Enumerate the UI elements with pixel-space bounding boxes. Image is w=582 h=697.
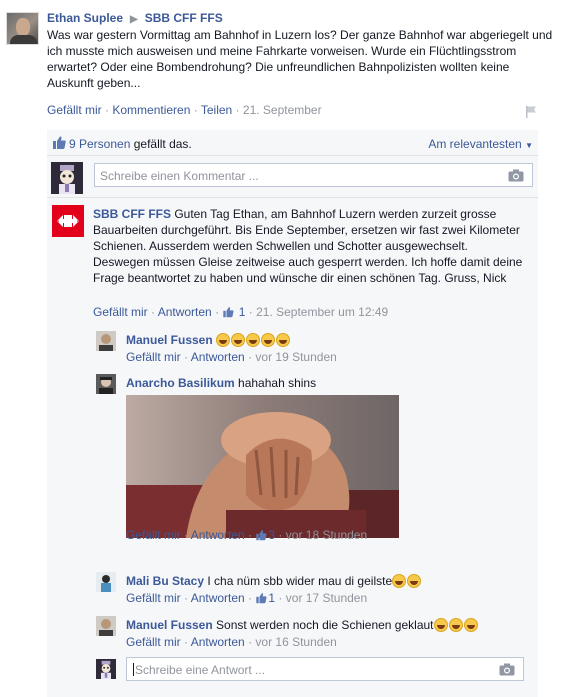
reply-reply-link[interactable]: Antworten: [191, 350, 245, 364]
laughing-emoji-icon: [231, 333, 246, 347]
reply-meta: Gefällt mir · Antworten · vor 19 Stunden: [126, 350, 337, 364]
sort-dropdown[interactable]: Am relevantesten ▼: [428, 137, 533, 151]
laughing-emoji-icon: [433, 618, 448, 632]
thumbs-up-icon: [256, 593, 267, 604]
laughing-emoji-icon: [407, 574, 422, 588]
laughing-emoji-icon: [448, 618, 463, 632]
laughing-emoji-icon: [216, 333, 231, 347]
post-share-link[interactable]: Teilen: [201, 103, 232, 117]
main-comment-text: SBB CFF FFS Guten Tag Ethan, am Bahnhof …: [93, 207, 523, 285]
likes-count-text: 9 Personen gefällt das.: [69, 137, 192, 151]
reply-text: Anarcho Basilikum hahahah shins: [126, 376, 317, 390]
reply-time[interactable]: vor 18 Stunden: [286, 528, 367, 542]
reply-input[interactable]: Schreibe eine Antwort ...: [126, 657, 524, 681]
camera-icon[interactable]: [508, 169, 524, 182]
reply-time[interactable]: vor 17 Stunden: [286, 591, 367, 605]
reply-meta: Gefällt mir · Antworten · 3 · vor 18 Stu…: [126, 528, 368, 542]
laughing-emoji-icon: [392, 574, 407, 588]
post-text: Was war gestern Vormittag am Bahnhof in …: [47, 28, 553, 90]
reply-author[interactable]: Anarcho Basilikum: [126, 376, 235, 390]
main-comment-like-count[interactable]: 1: [239, 305, 246, 319]
thumbs-up-icon: [53, 136, 66, 149]
comment-input-placeholder: Schreibe einen Kommentar ...: [100, 169, 259, 183]
likes-people-link[interactable]: 9 Personen: [69, 137, 130, 151]
current-user-avatar: [51, 162, 83, 194]
reply-text: Manuel Fussen Sonst werden noch die Schi…: [126, 617, 479, 633]
laughing-emoji-icon: [261, 333, 276, 347]
reply-author-avatar[interactable]: [96, 572, 116, 592]
reply-time[interactable]: vor 19 Stunden: [255, 350, 336, 364]
post-like-link[interactable]: Gefällt mir: [47, 103, 102, 117]
laughing-emoji-icon: [276, 333, 291, 347]
arrow-right-icon: ▶: [130, 14, 138, 25]
reply-like-count[interactable]: 1: [268, 591, 275, 605]
thumbs-up-icon: [256, 530, 267, 541]
reply-author[interactable]: Mali Bu Stacy: [126, 574, 204, 588]
main-comment-author[interactable]: SBB CFF FFS: [93, 207, 171, 221]
reply-author[interactable]: Manuel Fussen: [126, 618, 213, 632]
reply-meta: Gefällt mir · Antworten · vor 16 Stunden: [126, 635, 337, 649]
reply-like-link[interactable]: Gefällt mir: [126, 591, 181, 605]
likes-summary: 9 Personen gefällt das. Am relevantesten…: [47, 130, 538, 156]
reply-like-link[interactable]: Gefällt mir: [126, 528, 181, 542]
main-comment-like-link[interactable]: Gefällt mir: [93, 305, 148, 319]
sbb-logo-avatar[interactable]: [52, 205, 84, 237]
reply-author[interactable]: Manuel Fussen: [126, 333, 213, 347]
reply-input-placeholder: Schreibe eine Antwort ...: [135, 663, 266, 677]
chevron-down-icon: ▼: [525, 141, 533, 150]
reply-author-avatar[interactable]: [96, 374, 116, 394]
main-comment-time[interactable]: 21. September um 12:49: [256, 305, 388, 319]
reply-author-avatar[interactable]: [96, 331, 116, 351]
post-header: Ethan Suplee ▶ SBB CFF FFS: [47, 11, 223, 25]
reply-text: Mali Bu Stacy I cha nüm sbb wider mau di…: [126, 573, 422, 589]
reply-author-avatar[interactable]: [96, 616, 116, 636]
reply-reply-link[interactable]: Antworten: [191, 528, 245, 542]
reply-text: Manuel Fussen: [126, 332, 291, 348]
laughing-emoji-icon: [463, 618, 478, 632]
comment-input[interactable]: Schreibe einen Kommentar ...: [94, 163, 533, 187]
comments-section: 9 Personen gefällt das. Am relevantesten…: [47, 130, 538, 697]
reply-reply-link[interactable]: Antworten: [191, 591, 245, 605]
current-user-avatar: [96, 659, 116, 679]
laughing-emoji-icon: [246, 333, 261, 347]
main-comment-meta: Gefällt mir · Antworten · 1 · 21. Septem…: [93, 305, 389, 319]
main-comment-reply-link[interactable]: Antworten: [158, 305, 212, 319]
camera-icon[interactable]: [499, 663, 515, 676]
reply-compose-row: Schreibe eine Antwort ...: [96, 657, 526, 683]
reply-like-link[interactable]: Gefällt mir: [126, 350, 181, 364]
thumbs-up-icon: [223, 307, 234, 318]
post-actions: Gefällt mir · Kommentieren · Teilen · 21…: [47, 103, 322, 117]
post-target-link[interactable]: SBB CFF FFS: [145, 11, 223, 25]
post-date[interactable]: 21. September: [243, 103, 322, 117]
post-author-link[interactable]: Ethan Suplee: [47, 11, 123, 25]
post-comment-link[interactable]: Kommentieren: [112, 103, 190, 117]
reply-like-link[interactable]: Gefällt mir: [126, 635, 181, 649]
facepalm-image[interactable]: [126, 395, 399, 538]
author-avatar[interactable]: [6, 12, 39, 45]
flag-icon[interactable]: [524, 105, 538, 119]
reply-time[interactable]: vor 16 Stunden: [255, 635, 336, 649]
comment-compose-row: Schreibe einen Kommentar ...: [47, 157, 538, 198]
text-caret: [133, 663, 134, 676]
reply-reply-link[interactable]: Antworten: [191, 635, 245, 649]
reply-meta: Gefällt mir · Antworten · 1 · vor 17 Stu…: [126, 591, 368, 605]
reply-like-count[interactable]: 3: [268, 528, 275, 542]
